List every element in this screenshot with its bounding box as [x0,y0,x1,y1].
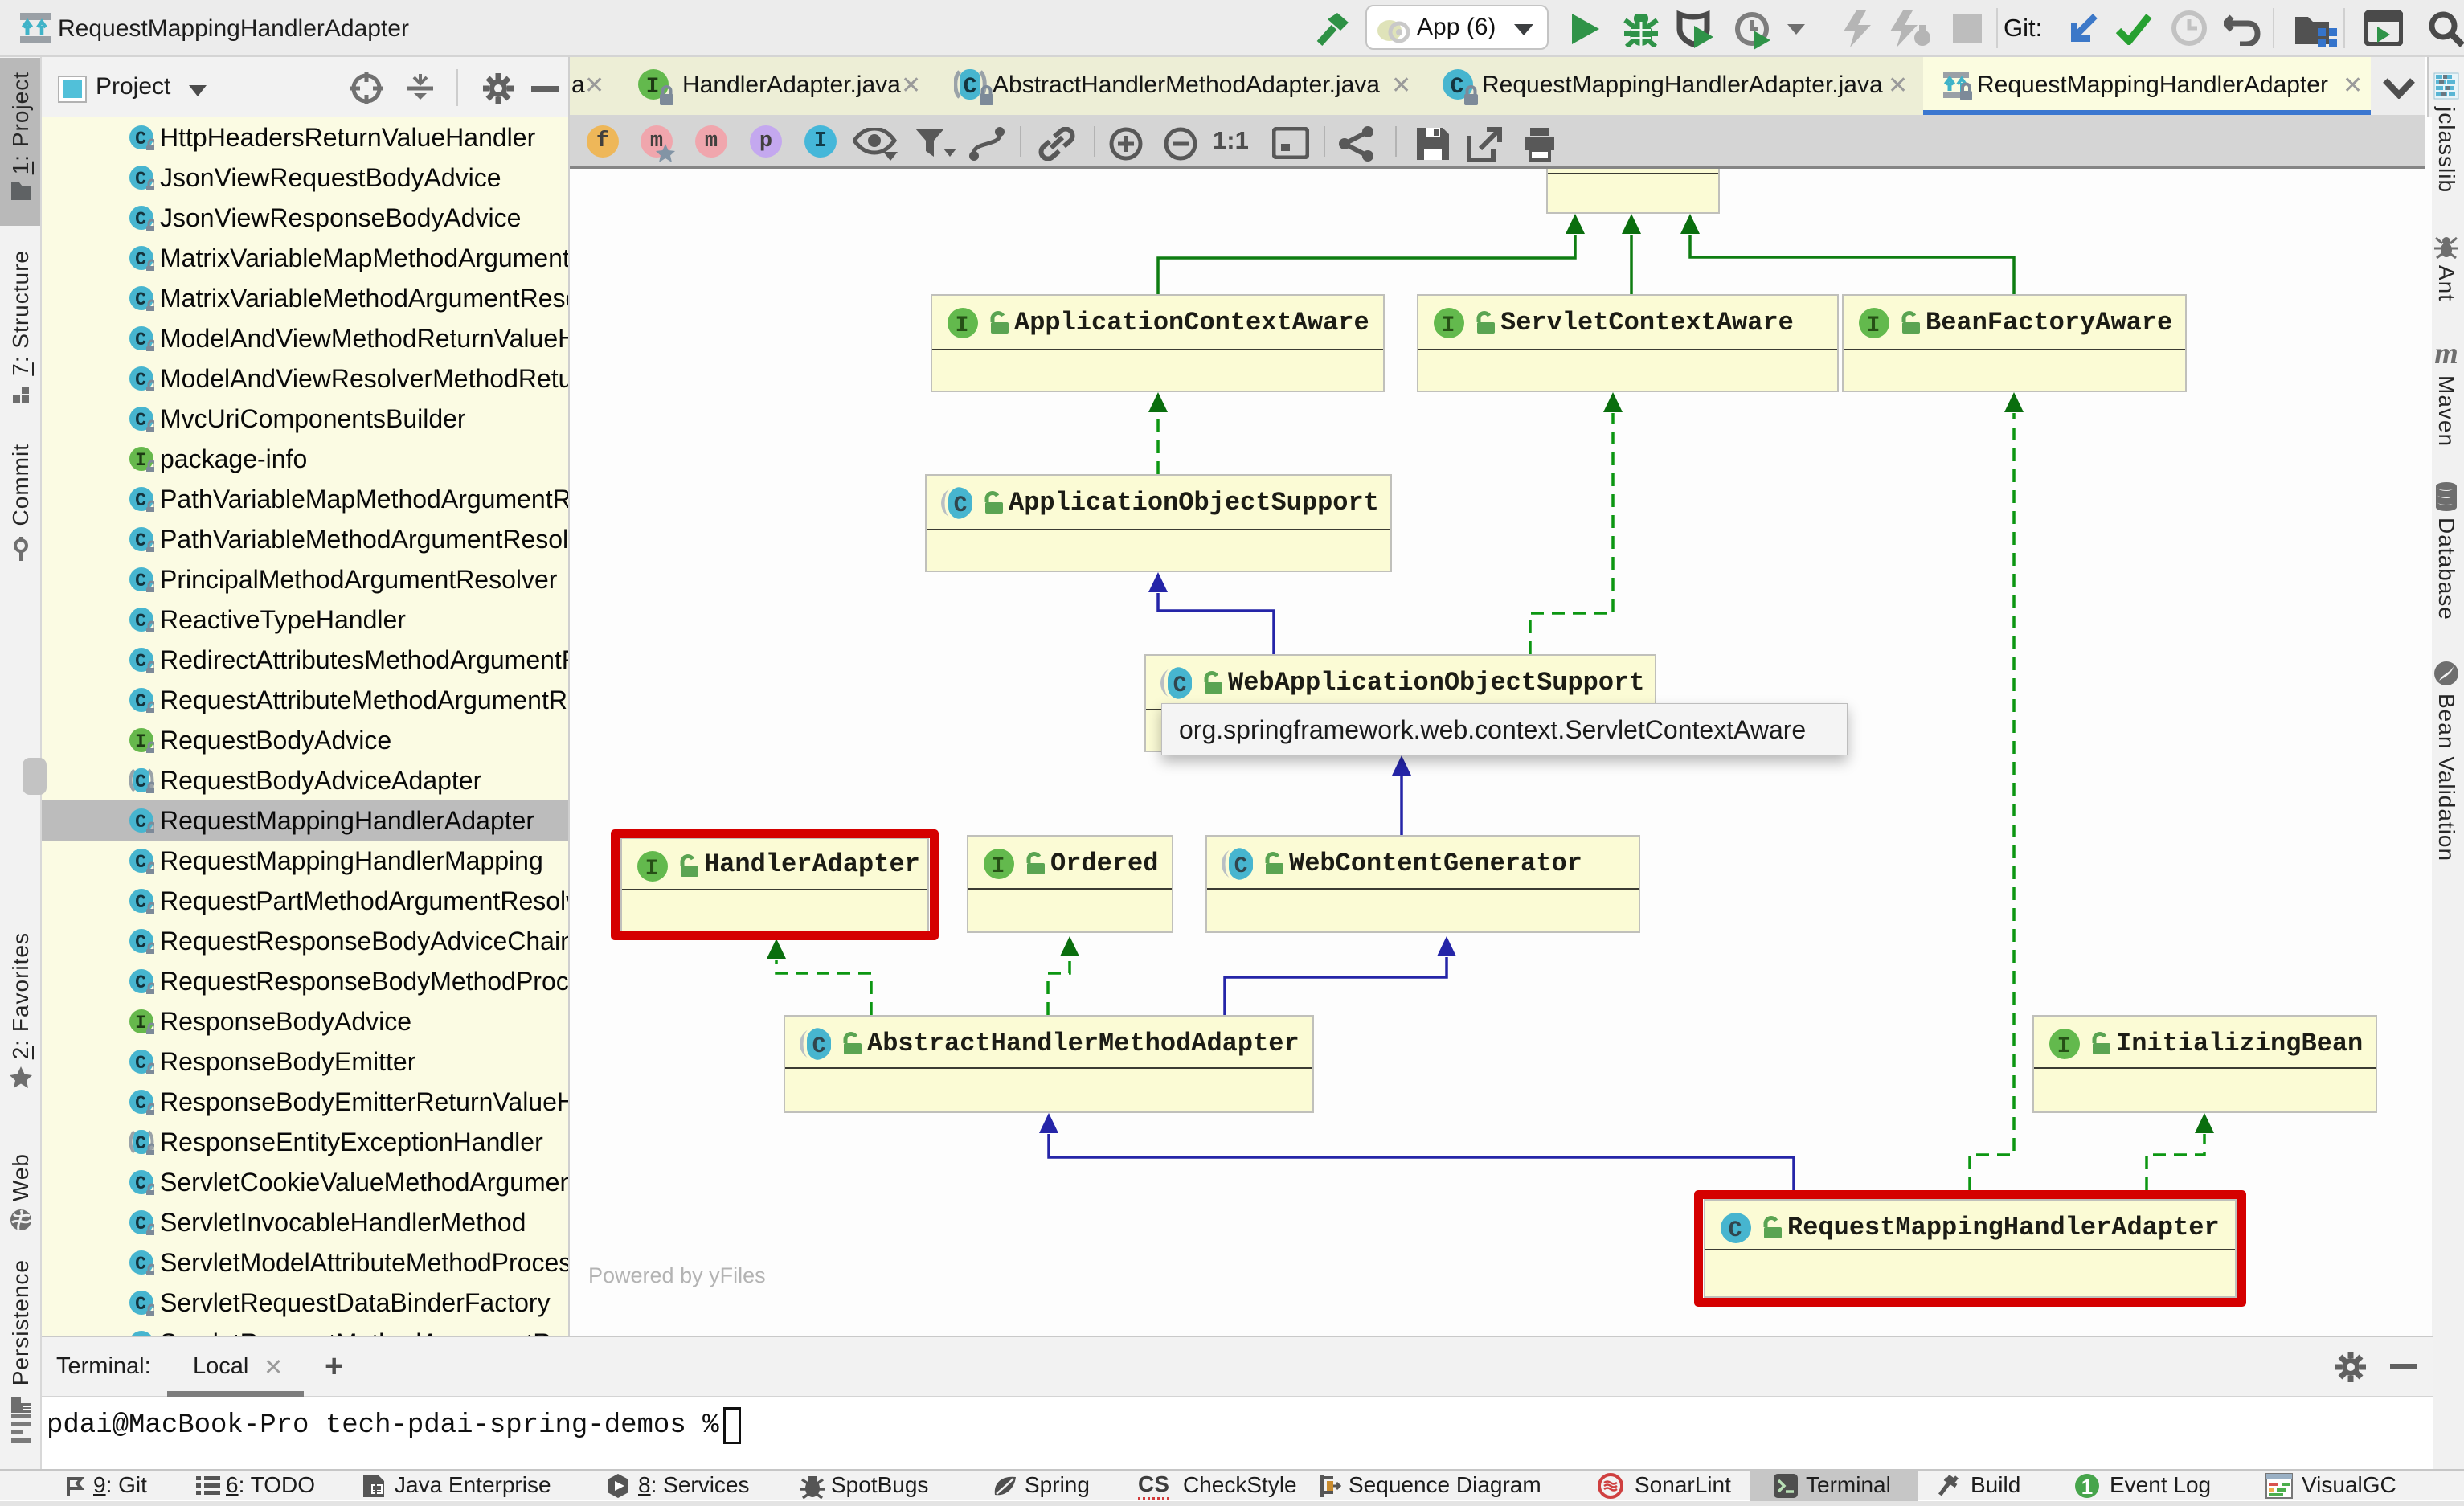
svg-text:I: I [1442,313,1455,338]
svg-text:C: C [135,571,146,591]
svg-text:C: C [1451,75,1464,100]
svg-text:1: 1 [2081,1475,2093,1499]
svg-text:C: C [135,1053,146,1074]
svg-text:I: I [2057,1034,2071,1059]
svg-text:C: C [135,1173,146,1194]
svg-text:I: I [135,1013,146,1033]
svg-text:I: I [1867,313,1881,338]
svg-text:C: C [135,289,146,310]
svg-text:C: C [135,490,146,511]
svg-text:C: C [135,932,146,953]
svg-text:C: C [135,651,146,672]
svg-text:C: C [135,1093,146,1114]
svg-text:I: I [135,731,146,752]
svg-text:C: C [135,771,146,792]
svg-text:C: C [964,75,977,100]
svg-text:C: C [135,852,146,873]
svg-text:C: C [135,691,146,712]
svg-text:C: C [135,129,146,149]
svg-text:C: C [135,169,146,190]
svg-text:C: C [135,1133,146,1154]
svg-text:C: C [135,812,146,833]
svg-text:C: C [135,1254,146,1275]
svg-text:I: I [992,854,1005,879]
svg-text:I: I [956,313,969,338]
svg-text:C: C [135,972,146,993]
svg-text:C: C [1234,854,1248,879]
svg-text:C: C [135,410,146,431]
svg-text:C: C [135,329,146,350]
svg-text:C: C [135,209,146,230]
svg-text:C: C [135,249,146,270]
svg-text:C: C [954,493,968,518]
svg-text:C: C [135,530,146,551]
svg-text:C: C [135,892,146,913]
svg-text:C: C [135,611,146,632]
svg-text:C: C [135,1213,146,1234]
svg-text:C: C [135,370,146,391]
svg-text:I: I [135,450,146,471]
svg-text:C: C [135,1294,146,1315]
svg-text:C: C [1173,673,1187,698]
svg-text:I: I [646,75,660,100]
svg-text:C: C [812,1034,826,1059]
